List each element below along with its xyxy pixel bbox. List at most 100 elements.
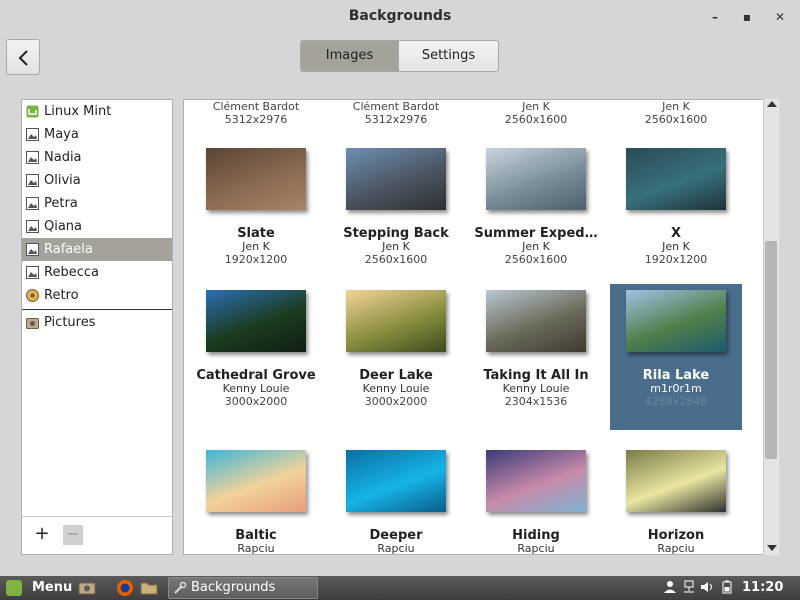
network-icon[interactable] bbox=[682, 580, 696, 594]
task-label: Backgrounds bbox=[191, 580, 276, 595]
tile-name: Cathedral Grove bbox=[196, 368, 316, 383]
wallpaper-thumbnail bbox=[486, 450, 586, 512]
wallpaper-tile[interactable]: Deer Lake Kenny Louie 3000x2000 bbox=[330, 284, 462, 430]
tile-size: 2560x1600 bbox=[504, 253, 568, 266]
user-icon[interactable] bbox=[663, 580, 677, 594]
wallpaper-tile[interactable]: Deeper Rapciu bbox=[330, 444, 462, 554]
chevron-left-icon bbox=[18, 50, 28, 66]
wallpaper-tile[interactable]: X Jen K 1920x1200 bbox=[610, 142, 742, 288]
tile-author: Jen K bbox=[242, 240, 270, 253]
wallpaper-thumbnail bbox=[626, 290, 726, 352]
image-icon bbox=[26, 220, 39, 233]
image-icon bbox=[26, 266, 39, 279]
tile-author: Rapciu bbox=[517, 542, 555, 555]
image-icon bbox=[26, 151, 39, 164]
wallpaper-tile[interactable]: Clément Bardot 5312x2976 bbox=[330, 100, 462, 148]
tile-name: Slate bbox=[237, 226, 275, 241]
tile-size: 5312x2976 bbox=[224, 113, 288, 126]
tile-name: Deer Lake bbox=[359, 368, 433, 383]
firefox-icon[interactable] bbox=[116, 579, 134, 597]
backgrounds-window: Backgrounds – ▪ ✕ Images Settings Linux … bbox=[0, 0, 800, 576]
image-icon bbox=[26, 197, 39, 210]
tile-author: Kenny Louie bbox=[502, 382, 570, 395]
wallpaper-tile[interactable]: Cathedral Grove Kenny Louie 3000x2000 bbox=[190, 284, 322, 430]
wallpaper-tile[interactable]: Hiding Rapciu bbox=[470, 444, 602, 555]
wallpaper-tile[interactable]: Baltic Rapciu bbox=[190, 444, 322, 554]
tile-author: m1r0r1m bbox=[650, 382, 702, 395]
files-folder-icon[interactable] bbox=[140, 579, 158, 597]
sidebar-item-label: Rafaela bbox=[44, 242, 93, 257]
wallpaper-tile[interactable]: Slate Jen K 1920x1200 bbox=[190, 142, 322, 288]
sidebar-item-label: Olivia bbox=[44, 173, 81, 188]
mint-icon bbox=[26, 105, 39, 118]
show-desktop-icon[interactable] bbox=[78, 579, 96, 597]
wallpaper-thumbnail bbox=[346, 148, 446, 210]
image-icon bbox=[26, 174, 39, 187]
sidebar-item-retro[interactable]: Retro bbox=[22, 284, 172, 307]
sidebar-bottom-divider bbox=[22, 516, 172, 517]
menu-label: Menu bbox=[32, 580, 73, 595]
camera-folder-icon bbox=[26, 318, 39, 329]
wallpaper-thumbnail bbox=[206, 450, 306, 512]
start-menu-button[interactable]: Menu bbox=[2, 578, 72, 598]
view-switcher: Images Settings bbox=[300, 40, 499, 72]
sidebar-item-olivia[interactable]: Olivia bbox=[22, 169, 172, 192]
tab-settings[interactable]: Settings bbox=[399, 40, 499, 72]
scroll-down-arrow-icon[interactable] bbox=[767, 545, 777, 551]
tile-author: Jen K bbox=[382, 240, 410, 253]
retro-icon bbox=[26, 289, 39, 302]
tile-author: Clément Bardot bbox=[352, 100, 440, 113]
image-icon bbox=[26, 243, 39, 256]
scroll-up-arrow-icon[interactable] bbox=[767, 101, 777, 107]
wallpaper-tile[interactable]: Jen K 2560x1600 bbox=[610, 100, 742, 148]
tile-size: 4288x2848 bbox=[644, 395, 708, 408]
taskbar-window-backgrounds[interactable]: Backgrounds bbox=[168, 577, 318, 599]
sidebar-item-pictures[interactable]: Pictures bbox=[22, 311, 172, 334]
wallpaper-tile[interactable]: Taking It All In Kenny Louie 2304x1536 bbox=[470, 284, 602, 430]
sidebar-item-linux-mint[interactable]: Linux Mint bbox=[22, 100, 172, 123]
sidebar-item-rafaela[interactable]: Rafaela bbox=[22, 238, 172, 261]
sidebar-item-maya[interactable]: Maya bbox=[22, 123, 172, 146]
wallpaper-thumbnail bbox=[206, 290, 306, 352]
maximize-button[interactable]: ▪ bbox=[738, 8, 756, 26]
window-title: Backgrounds bbox=[348, 8, 452, 24]
tile-size: 3000x2000 bbox=[224, 395, 288, 408]
sidebar-item-label: Linux Mint bbox=[44, 104, 112, 119]
wallpaper-thumbnail bbox=[626, 148, 726, 210]
tile-author: Kenny Louie bbox=[362, 382, 430, 395]
sidebar-item-nadia[interactable]: Nadia bbox=[22, 146, 172, 169]
tab-images[interactable]: Images bbox=[300, 40, 399, 72]
add-folder-button[interactable]: + bbox=[32, 524, 52, 544]
clock[interactable]: 11:20 bbox=[742, 576, 783, 600]
tile-size: 2560x1600 bbox=[364, 253, 428, 266]
tile-name: X bbox=[670, 226, 682, 241]
tile-name: Taking It All In bbox=[483, 368, 589, 383]
sidebar-item-qiana[interactable]: Qiana bbox=[22, 215, 172, 238]
wallpaper-tile[interactable]: Rila Lake m1r0r1m 4288x2848 bbox=[610, 284, 742, 430]
wallpaper-tile[interactable]: Jen K 2560x1600 bbox=[470, 100, 602, 148]
sidebar-item-label: Petra bbox=[44, 196, 78, 211]
wallpaper-thumbnail bbox=[346, 290, 446, 352]
image-icon bbox=[26, 128, 39, 141]
tile-author: Rapciu bbox=[657, 542, 695, 555]
sidebar-item-label: Nadia bbox=[44, 150, 82, 165]
battery-icon[interactable] bbox=[720, 580, 734, 594]
wallpaper-thumbnail bbox=[486, 148, 586, 210]
sidebar-item-petra[interactable]: Petra bbox=[22, 192, 172, 215]
wallpaper-tile[interactable]: Summer Exped… Jen K 2560x1600 bbox=[470, 142, 602, 288]
wallpaper-tile[interactable]: Horizon Rapciu bbox=[610, 444, 742, 555]
scroll-thumb[interactable] bbox=[765, 241, 777, 459]
gallery-scrollbar[interactable] bbox=[763, 99, 779, 555]
back-button[interactable] bbox=[6, 39, 40, 75]
wallpaper-gallery: Clément Bardot 5312x2976 Clément Bardot 531… bbox=[183, 99, 779, 555]
sidebar-item-rebecca[interactable]: Rebecca bbox=[22, 261, 172, 284]
minimize-button[interactable]: – bbox=[706, 8, 724, 26]
close-button[interactable]: ✕ bbox=[771, 8, 789, 26]
remove-folder-button[interactable]: − bbox=[63, 525, 83, 545]
tile-name: Baltic bbox=[235, 528, 277, 543]
volume-icon[interactable] bbox=[700, 580, 714, 594]
wallpaper-tile[interactable]: Stepping Back Jen K 2560x1600 bbox=[330, 142, 462, 288]
tile-size: 2560x1600 bbox=[644, 113, 708, 126]
wallpaper-tile[interactable]: Clément Bardot 5312x2976 bbox=[190, 100, 322, 148]
mint-logo-icon bbox=[6, 580, 22, 596]
